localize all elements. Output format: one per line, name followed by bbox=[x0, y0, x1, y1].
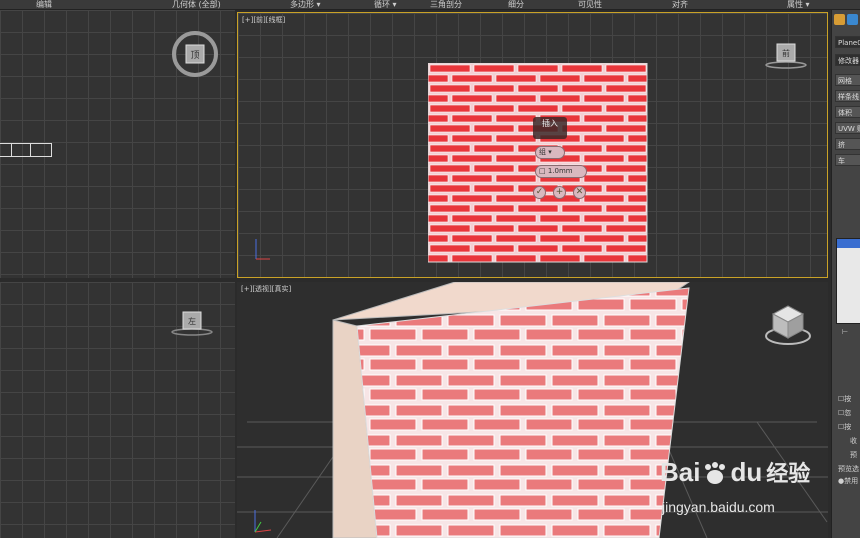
caddy-title: 插入 bbox=[533, 117, 567, 139]
menu-geometry[interactable]: 几何体 (全部) bbox=[172, 0, 221, 9]
insert-mode-value: 组 bbox=[539, 148, 546, 156]
modifier-stack-list[interactable] bbox=[836, 238, 860, 324]
modifier-list-dropdown[interactable]: 修改器 bbox=[835, 54, 860, 66]
watermark-brand-cn: 经验 bbox=[766, 461, 811, 486]
top-viewport[interactable]: 顶 bbox=[0, 10, 235, 278]
close-icon: ✕ bbox=[575, 187, 584, 197]
insert-amount-spinner[interactable]: □ 1.0mm bbox=[535, 165, 587, 178]
axis-gizmo-front bbox=[255, 239, 270, 260]
object-name-field[interactable]: Plane0 bbox=[835, 36, 860, 48]
watermark-url: jingyan.baidu.com bbox=[662, 499, 775, 515]
checkmark-icon: ✓ bbox=[535, 187, 544, 197]
menu-edit[interactable]: 编辑 bbox=[36, 0, 52, 9]
create-tab-icon[interactable] bbox=[834, 14, 845, 25]
checkbox-label: 按 bbox=[844, 395, 852, 403]
by-vertex-checkbox[interactable]: ☐按 bbox=[838, 394, 851, 404]
caddy-ok-button[interactable]: ✓ bbox=[533, 186, 546, 199]
viewcube-left-label: 左 bbox=[188, 316, 196, 326]
viewcube-top-label: 顶 bbox=[190, 50, 199, 61]
menu-loop[interactable]: 循环 ▾ bbox=[374, 0, 397, 9]
checkbox-label: 按 bbox=[844, 423, 852, 431]
modifier-spline-button[interactable]: 样条线 bbox=[835, 90, 860, 102]
modifier-stack-item[interactable] bbox=[837, 239, 860, 248]
front-viewport-label[interactable]: [+][前][线框] bbox=[242, 15, 285, 25]
baidu-watermark: Bai du 经验 jingyan.baidu.com bbox=[660, 444, 860, 538]
menu-properties[interactable]: 属性 ▾ bbox=[787, 0, 810, 9]
pin-stack-icon[interactable]: ⊢ bbox=[842, 328, 848, 336]
viewcube-front-label: 前 bbox=[782, 48, 790, 58]
watermark-brand-b: du bbox=[730, 457, 763, 487]
ribbon-menubar: 编辑 几何体 (全部) 多边形 ▾ 循环 ▾ 三角剖分 细分 可见性 对齐 属性… bbox=[0, 0, 860, 10]
by-angle-checkbox[interactable]: ☐按 bbox=[838, 422, 851, 432]
paw-icon bbox=[700, 461, 730, 487]
viewcube-front[interactable]: 前 bbox=[763, 39, 809, 71]
viewcube-left[interactable]: 左 bbox=[170, 306, 214, 340]
caddy-cancel-button[interactable]: ✕ bbox=[573, 186, 586, 199]
modifier-lathe-button[interactable]: 车 bbox=[835, 154, 860, 166]
modifier-extrude-button[interactable]: 挤 bbox=[835, 138, 860, 150]
insert-amount-value: 1.0mm bbox=[547, 167, 573, 175]
viewcube-top[interactable]: 顶 bbox=[171, 30, 219, 78]
menu-subdivide[interactable]: 细分 bbox=[508, 0, 524, 9]
selected-plane-outline bbox=[0, 143, 52, 157]
ignore-backface-checkbox[interactable]: ☐忽 bbox=[838, 408, 851, 418]
insert-mode-dropdown[interactable]: 组 ▾ bbox=[535, 146, 565, 159]
modifier-mesh-button[interactable]: 网格 bbox=[835, 74, 860, 86]
modifier-volume-button[interactable]: 体积 bbox=[835, 106, 860, 118]
chevron-down-icon: ▾ bbox=[548, 148, 552, 156]
viewcube-perspective[interactable] bbox=[763, 300, 813, 348]
menu-triangulate[interactable]: 三角剖分 bbox=[430, 0, 462, 9]
inset-caddy: 插入 组 ▾ □ 1.0mm ✓ + ✕ bbox=[532, 117, 592, 205]
amount-icon: □ bbox=[539, 167, 546, 175]
modify-tab-icon[interactable] bbox=[847, 14, 858, 25]
watermark-brand-a: Bai bbox=[660, 457, 701, 487]
plus-icon: + bbox=[555, 187, 564, 197]
left-viewport[interactable]: 左 bbox=[0, 282, 235, 538]
menu-visibility[interactable]: 可见性 bbox=[578, 0, 602, 9]
checkbox-label: 忽 bbox=[844, 409, 852, 417]
menu-polygon[interactable]: 多边形 ▾ bbox=[290, 0, 321, 9]
menu-align[interactable]: 对齐 bbox=[672, 0, 688, 9]
modifier-uvw-button[interactable]: UVW 贴 bbox=[835, 122, 860, 134]
caddy-apply-button[interactable]: + bbox=[553, 186, 566, 199]
